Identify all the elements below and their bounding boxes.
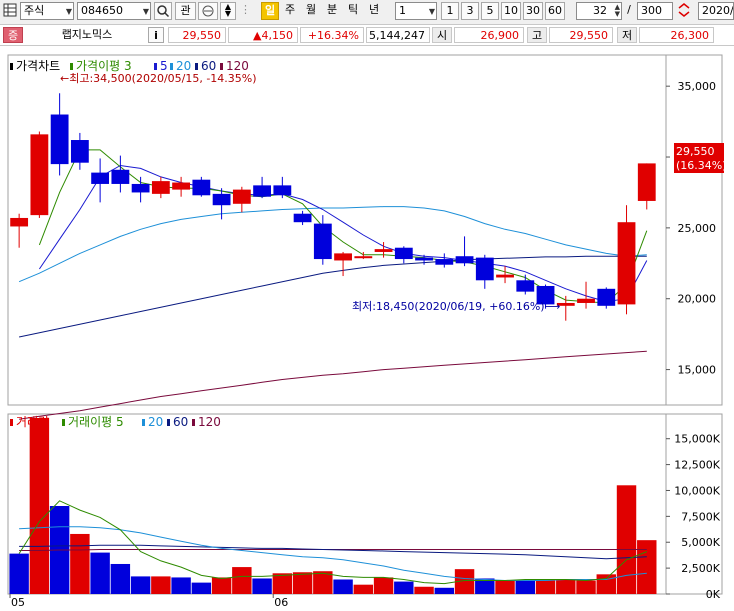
candle-up <box>496 274 514 278</box>
legend-vma120: 120 <box>198 415 221 429</box>
candle-down <box>313 223 332 260</box>
volume-bar-down <box>252 578 272 594</box>
stock-chart[interactable]: 15,00020,00025,00030,00035,0000K2,500K5,… <box>0 0 734 611</box>
candle-up <box>30 134 49 216</box>
volume-bar-up <box>232 567 252 594</box>
candle-down <box>111 169 130 184</box>
volume-bar-up <box>535 580 556 594</box>
candle-down <box>212 193 231 206</box>
volume-tick-label: 2,500K <box>681 562 720 575</box>
candle-down <box>192 179 211 196</box>
volume-bar-up <box>616 485 637 594</box>
price-chart-title: 가격차트 <box>16 59 60 73</box>
volume-bar-down <box>394 581 414 594</box>
candle-down <box>597 288 616 306</box>
volume-bar-down <box>333 579 353 594</box>
volume-tick-label: 0K <box>706 588 721 601</box>
candle-up <box>10 217 29 227</box>
volume-bar-down <box>130 576 151 594</box>
volume-bar-up <box>576 580 596 594</box>
ma5-legend-marker <box>154 63 157 70</box>
volume-bar-down <box>191 582 212 594</box>
volume-bar-up <box>70 533 90 594</box>
candle-up <box>354 256 373 259</box>
candle-down <box>516 280 535 292</box>
volume-bar-up <box>353 584 374 594</box>
candle-down <box>415 257 433 261</box>
volume-bar-up <box>556 579 576 594</box>
candle-down <box>273 185 292 196</box>
volume-tick-label: 10,000K <box>674 484 720 497</box>
legend-ma20: 20 <box>176 59 191 73</box>
candle-down <box>253 185 271 197</box>
low-annotation: 최저:18,450(2020/06/19, +60.16%)⟶ <box>352 300 561 313</box>
volume-bar-up <box>292 572 313 594</box>
candle-down <box>475 257 494 281</box>
date-tick-label: 06 <box>274 596 288 609</box>
candle-up <box>232 189 251 204</box>
candle-down <box>455 256 474 264</box>
volume-bar-down <box>171 577 191 594</box>
candle-down <box>91 172 110 184</box>
volume-bar-up <box>414 586 434 594</box>
ma3-legend-marker <box>70 63 73 70</box>
volume-legend-marker <box>10 419 13 426</box>
date-tick-label: 05 <box>11 596 25 609</box>
candle-down <box>131 183 150 193</box>
volume-bar-up <box>637 540 657 594</box>
candle-down <box>70 140 89 163</box>
candle-up <box>637 163 656 201</box>
candle-up <box>577 298 595 303</box>
volume-bar-up <box>495 580 515 594</box>
candle-up <box>334 253 352 261</box>
candle-up <box>151 181 170 194</box>
volume-bar-down <box>434 587 455 594</box>
candle-down <box>293 213 312 223</box>
volume-bar-up <box>211 577 232 594</box>
candle-down <box>394 247 413 260</box>
price-legend-marker <box>10 63 13 70</box>
volume-bar-down <box>515 579 536 594</box>
price-panel <box>7 54 723 406</box>
ma60-legend-marker <box>195 63 198 70</box>
ma120-legend-marker <box>220 63 223 70</box>
legend-ma5: 5 <box>160 59 168 73</box>
candle-up <box>172 182 191 190</box>
price-tick-label: 25,000 <box>678 222 717 235</box>
price-tick-label: 20,000 <box>678 293 717 306</box>
price-tick-label: 35,000 <box>678 80 717 93</box>
volume-bar-down <box>9 553 29 594</box>
ma20-legend-marker <box>170 63 173 70</box>
volume-bar-up <box>373 577 394 594</box>
volume-bar-up <box>29 418 50 594</box>
candle-up <box>617 222 636 305</box>
vma20-legend-marker <box>142 419 145 426</box>
volume-bar-up <box>151 576 171 594</box>
price-tick-label: 15,000 <box>678 364 717 377</box>
vma60-legend-marker <box>167 419 170 426</box>
legend-ma60: 60 <box>201 59 216 73</box>
candle-down <box>435 259 454 265</box>
volume-chart-title: 거래량 <box>16 415 49 429</box>
vma120-legend-marker <box>192 419 195 426</box>
high-annotation: ←최고:34,500(2020/05/15, -14.35%) <box>60 72 257 85</box>
current-price-tag-rate: (16.34%) <box>676 159 727 172</box>
legend-vma20: 20 <box>148 415 163 429</box>
legend-vma60: 60 <box>173 415 188 429</box>
legend-vma5: 거래이평 5 <box>68 415 124 429</box>
vma5-legend-marker <box>62 419 65 426</box>
volume-bar-up <box>596 574 616 594</box>
volume-tick-label: 12,500K <box>674 459 720 472</box>
candle-up <box>374 249 393 252</box>
volume-bar-down <box>90 552 110 594</box>
volume-tick-label: 15,000K <box>674 433 720 446</box>
current-price-tag-value: 29,550 <box>676 145 715 158</box>
volume-bar-up <box>272 573 293 594</box>
legend-ma120: 120 <box>226 59 249 73</box>
volume-bar-down <box>110 563 131 594</box>
legend-ma3: 가격이평 3 <box>76 59 132 73</box>
volume-tick-label: 7,500K <box>681 510 720 523</box>
volume-tick-label: 5,000K <box>681 536 720 549</box>
candle-down <box>50 114 69 165</box>
